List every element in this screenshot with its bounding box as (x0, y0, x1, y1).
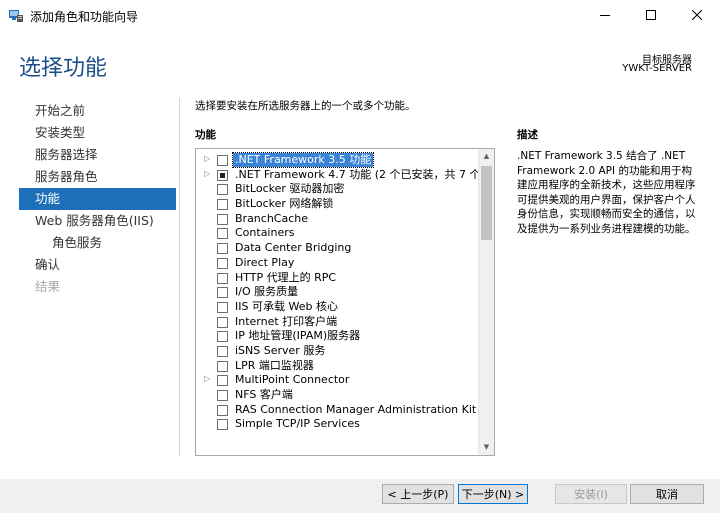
feature-label: NFS 客户端 (235, 388, 293, 401)
target-server-name: YWKT-SERVER (622, 63, 692, 74)
feature-checkbox[interactable] (217, 287, 228, 299)
feature-row[interactable]: NFS 客户端 (196, 388, 478, 403)
feature-label: Simple TCP/IP Services (235, 417, 360, 431)
maximize-icon[interactable] (628, 0, 674, 30)
feature-checkbox[interactable] (217, 390, 228, 401)
previous-button[interactable]: < 上一步(P) (382, 484, 454, 504)
feature-label: Internet 打印客户端 (235, 314, 338, 328)
nav-item-before-you-begin[interactable]: 开始之前 (19, 100, 176, 122)
expand-arrow-icon[interactable]: ▷ (204, 169, 210, 178)
nav-item-results: 结果 (35, 279, 61, 294)
feature-label: BitLocker 网络解锁 (235, 197, 334, 211)
feature-checkbox[interactable] (217, 331, 228, 343)
feature-label: I/O 服务质量 (235, 285, 299, 299)
nav-item-server-roles[interactable]: 服务器角色 (19, 166, 176, 188)
instruction-text: 选择要安装在所选服务器上的一个或多个功能。 (195, 100, 416, 112)
feature-checkbox[interactable] (217, 243, 228, 255)
feature-row[interactable]: IP 地址管理(IPAM)服务器 (196, 329, 478, 344)
feature-label: IIS 可承载 Web 核心 (235, 299, 338, 313)
cancel-button[interactable]: 取消 (630, 484, 704, 504)
feature-row[interactable]: ▷ .NET Framework 3.5 功能 (196, 152, 478, 168)
feature-label: Data Center Bridging (235, 241, 352, 255)
feature-checkbox[interactable] (217, 228, 228, 240)
scroll-down-icon[interactable]: ▼ (479, 440, 494, 455)
scrollbar-thumb[interactable] (481, 166, 492, 240)
feature-checkbox[interactable] (217, 316, 228, 328)
nav-item-web-server-role[interactable]: Web 服务器角色(IIS) (19, 210, 176, 232)
feature-row[interactable]: ▷ MultiPoint Connector (196, 373, 478, 388)
description-text: .NET Framework 3.5 结合了 .NET Framework 2.… (517, 150, 696, 235)
feature-checkbox[interactable] (217, 199, 228, 211)
feature-row[interactable]: RAS Connection Manager Administration Ki… (196, 403, 484, 418)
feature-checkbox[interactable] (217, 375, 228, 387)
nav-item-role-services[interactable]: 角色服务 (19, 232, 176, 254)
feature-checkbox[interactable] (217, 155, 228, 166)
install-button: 安装(I) (555, 484, 627, 504)
feature-checkbox[interactable] (217, 419, 228, 431)
feature-row[interactable]: I/O 服务质量 (196, 285, 478, 300)
nav-item-confirmation[interactable]: 确认 (19, 254, 176, 276)
nav-divider (179, 98, 180, 456)
feature-row[interactable]: Containers (196, 226, 478, 241)
feature-label: .NET Framework 3.5 功能 (231, 152, 375, 168)
feature-label: HTTP 代理上的 RPC (235, 270, 337, 284)
feature-checkbox[interactable] (217, 169, 228, 181)
nav-item-installation-type[interactable]: 安装类型 (19, 122, 176, 144)
feature-checkbox[interactable] (217, 272, 228, 284)
feature-checkbox[interactable] (217, 404, 228, 416)
feature-row[interactable]: Simple TCP/IP Services (196, 417, 478, 432)
features-tree[interactable]: ▷ .NET Framework 3.5 功能 ▷ .NET Framework 4.… (195, 148, 495, 456)
minimize-icon[interactable] (582, 0, 628, 30)
feature-row[interactable]: BitLocker 网络解锁 (196, 197, 478, 212)
feature-label: iSNS Server 服务 (235, 343, 326, 357)
feature-row[interactable]: BitLocker 驱动器加密 (196, 182, 478, 197)
feature-row[interactable]: ▷ .NET Framework 4.7 功能 (2 个已安装，共 7 个) (196, 168, 485, 183)
feature-row[interactable]: iSNS Server 服务 (196, 344, 478, 359)
wizard-content: 选择功能 目标服务器 YWKT-SERVER 开始之前 安装类型 服务器选择 服… (0, 30, 720, 479)
feature-label: Containers (235, 226, 295, 240)
feature-checkbox[interactable] (217, 213, 228, 225)
page-title: 选择功能 (19, 56, 108, 81)
server-manager-icon (8, 7, 24, 23)
feature-label: Direct Play (235, 255, 295, 269)
feature-label: .NET Framework 4.7 功能 (2 个已安装，共 7 个) (235, 167, 485, 181)
nav-item-server-selection[interactable]: 服务器选择 (19, 144, 176, 166)
wizard-nav: 开始之前 安装类型 服务器选择 服务器角色 功能 Web 服务器角色(IIS) … (19, 100, 176, 298)
feature-row[interactable]: Data Center Bridging (196, 241, 478, 256)
wizard-footer: < 上一步(P) 下一步(N) > 安装(I) 取消 (0, 479, 720, 513)
feature-row[interactable]: LPR 端口监视器 (196, 359, 478, 374)
feature-row[interactable]: Internet 打印客户端 (196, 315, 478, 330)
expand-arrow-icon[interactable]: ▷ (204, 154, 210, 163)
nav-item-features[interactable]: 功能 (19, 188, 176, 210)
feature-row[interactable]: BranchCache (196, 212, 478, 227)
next-button[interactable]: 下一步(N) > (458, 484, 528, 504)
feature-label: IP 地址管理(IPAM)服务器 (235, 329, 361, 343)
feature-list: ▷ .NET Framework 3.5 功能 ▷ .NET Framework 4.… (196, 152, 485, 432)
feature-checkbox[interactable] (217, 301, 228, 313)
feature-row[interactable]: HTTP 代理上的 RPC (196, 271, 478, 286)
window-title: 添加角色和功能向导 (30, 10, 139, 24)
feature-row[interactable]: IIS 可承载 Web 核心 (196, 300, 478, 315)
features-heading: 功能 (195, 129, 216, 141)
expand-arrow-icon[interactable]: ▷ (204, 374, 210, 383)
feature-label: RAS Connection Manager Administration Ki… (235, 402, 485, 416)
close-icon[interactable] (674, 0, 720, 30)
feature-checkbox[interactable] (217, 345, 228, 357)
features-scrollbar[interactable]: ▲ ▼ (478, 149, 494, 455)
title-bar: 添加角色和功能向导 (0, 0, 720, 30)
feature-row[interactable]: Direct Play (196, 256, 478, 271)
feature-label: BranchCache (235, 211, 309, 225)
scroll-up-icon[interactable]: ▲ (479, 149, 494, 164)
feature-checkbox[interactable] (217, 257, 228, 269)
feature-checkbox[interactable] (217, 360, 228, 372)
description-heading: 描述 (517, 129, 538, 141)
feature-checkbox[interactable] (217, 184, 228, 196)
feature-label: LPR 端口监视器 (235, 358, 314, 372)
feature-label: MultiPoint Connector (235, 373, 350, 387)
feature-label: BitLocker 驱动器加密 (235, 182, 345, 196)
